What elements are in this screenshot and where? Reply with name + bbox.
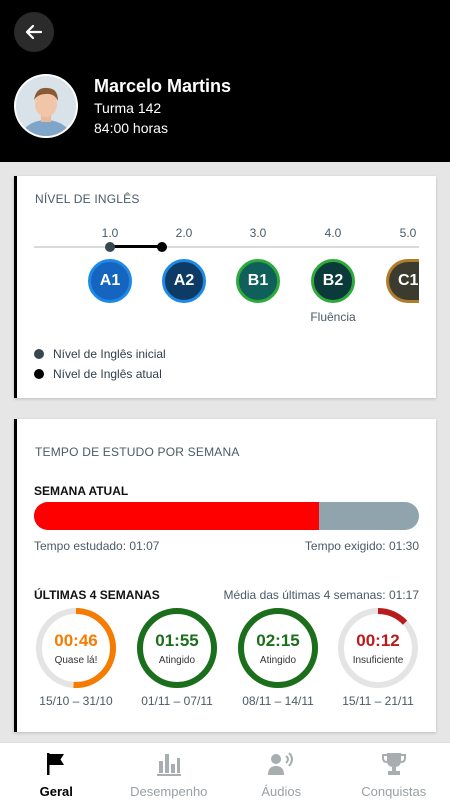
week-3-status: Atingido	[259, 655, 297, 666]
profile-header: Marcelo Martins Turma 142 84:00 horas	[0, 0, 450, 162]
nav-audios[interactable]: Áudios	[225, 743, 338, 800]
week-3-time: 02:15	[256, 631, 300, 650]
scale-tick: 2.0	[175, 226, 193, 240]
last-weeks-label: ÚLTIMAS 4 SEMANAS	[34, 588, 160, 602]
avatar	[14, 74, 78, 138]
profile-hours: 84:00 horas	[94, 120, 168, 136]
level-badge-a1[interactable]: A1	[88, 259, 132, 303]
scale-tick: 4.0	[324, 226, 342, 240]
level-badge-b2[interactable]: B2	[311, 259, 355, 303]
current-level-marker	[157, 242, 167, 252]
current-week-progress-fill	[34, 502, 319, 530]
week-1-status: Quase lá!	[54, 655, 98, 666]
nav-desempenho[interactable]: Desempenho	[113, 743, 226, 800]
legend-initial-label: Nível de Inglês inicial	[53, 347, 166, 361]
scale-tick: 1.0	[101, 226, 119, 240]
average-label: Média das últimas 4 semanas: 01:17	[223, 588, 419, 602]
week-ring-2[interactable]: 01:55 Atingido	[135, 606, 219, 690]
required-time: Tempo exigido: 01:30	[304, 539, 419, 553]
profile-class: Turma 142	[94, 100, 162, 116]
nav-desempenho-label: Desempenho	[130, 784, 208, 799]
legend-dot-initial	[34, 349, 44, 359]
legend-current-label: Nível de Inglês atual	[53, 367, 162, 381]
level-badge-a2[interactable]: A2	[162, 259, 206, 303]
bottom-nav: Geral Desempenho Áudios Conquistas	[0, 742, 450, 800]
nav-geral-label: Geral	[39, 784, 73, 799]
level-badge-b1[interactable]: B1	[236, 259, 280, 303]
level-progress-segment	[110, 245, 162, 248]
english-level-card: NÍVEL DE INGLÊS	[14, 176, 436, 398]
arrow-left-icon	[25, 24, 43, 40]
legend-dot-current	[34, 369, 44, 379]
current-week-progress-bar	[34, 502, 419, 530]
studied-time: Tempo estudado: 01:07	[34, 539, 160, 553]
nav-audios-label: Áudios	[261, 784, 302, 799]
initial-level-marker	[105, 242, 115, 252]
week-4-dates: 15/11 – 21/11	[342, 694, 414, 708]
week-4-status: Insuficiente	[352, 655, 404, 666]
profile-name: Marcelo Martins	[94, 76, 232, 96]
week-2-status: Atingido	[158, 655, 196, 666]
bar-chart-icon	[156, 751, 182, 777]
week-4-time: 00:12	[356, 631, 400, 650]
week-2-time: 01:55	[155, 631, 199, 650]
legend-initial: Nível de Inglês inicial	[34, 347, 166, 361]
trophy-icon	[381, 751, 407, 777]
fluency-label: Fluência	[310, 310, 356, 324]
week-ring-3[interactable]: 02:15 Atingido	[236, 606, 320, 690]
scale-tick: 5.0	[399, 226, 417, 240]
week-ring-4[interactable]: 00:12 Insuficiente	[336, 606, 420, 690]
nav-geral[interactable]: Geral	[0, 743, 113, 800]
week-1-time: 00:46	[54, 631, 98, 650]
english-level-title: NÍVEL DE INGLÊS	[35, 192, 140, 206]
week-1-dates: 15/10 – 31/10	[39, 694, 113, 708]
flag-icon	[45, 751, 67, 777]
level-scale-line	[34, 246, 419, 248]
nav-conquistas-label: Conquistas	[361, 784, 427, 799]
current-week-label: SEMANA ATUAL	[34, 484, 129, 498]
back-button[interactable]	[14, 12, 54, 52]
speaker-icon	[267, 751, 295, 777]
scale-tick: 3.0	[249, 226, 267, 240]
nav-conquistas[interactable]: Conquistas	[338, 743, 450, 800]
week-3-dates: 08/11 – 14/11	[242, 694, 314, 708]
week-2-dates: 01/11 – 07/11	[141, 694, 213, 708]
legend-current: Nível de Inglês atual	[34, 367, 162, 381]
study-time-title: TEMPO DE ESTUDO POR SEMANA	[35, 445, 240, 459]
week-ring-1[interactable]: 00:46 Quase lá!	[34, 606, 118, 690]
